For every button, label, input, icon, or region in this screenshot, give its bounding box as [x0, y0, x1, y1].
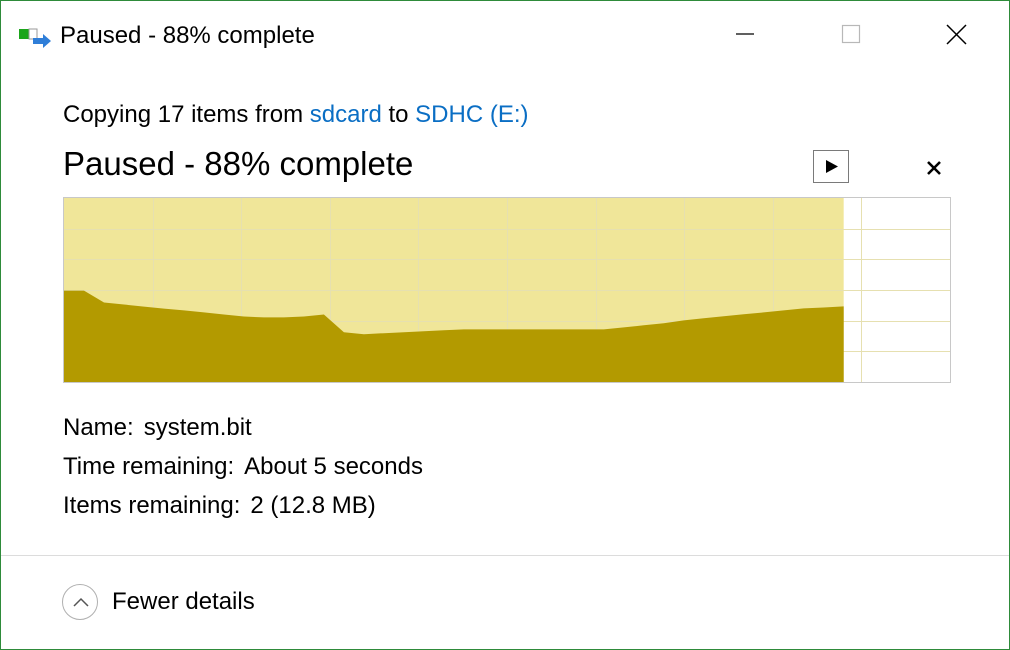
destination-drive-link[interactable]: SDHC (E:) [415, 101, 528, 128]
play-icon [826, 160, 838, 173]
items-remaining-row: Items remaining: 2 (12.8 MB) [63, 488, 423, 527]
time-remaining-label: Time remaining: [63, 453, 235, 480]
fewer-details-label: Fewer details [112, 588, 255, 615]
time-remaining-row: Time remaining: About 5 seconds [63, 449, 423, 488]
copy-summary-middle: to [381, 101, 416, 128]
maximize-button[interactable] [828, 13, 874, 55]
title-bar: Paused - 88% complete [1, 1, 1009, 71]
copy-dialog-window: Paused - 88% complete Copying 17 items f… [0, 0, 1010, 650]
file-copy-icon [19, 27, 53, 51]
resume-button[interactable] [813, 150, 849, 183]
speed-graph-canvas [64, 198, 950, 382]
window-title: Paused - 88% complete [60, 22, 315, 49]
close-icon [927, 161, 941, 175]
time-remaining-value: About 5 seconds [244, 453, 423, 480]
copy-summary-prefix: Copying 17 items from [63, 101, 310, 128]
name-value: system.bit [143, 414, 252, 441]
transfer-speed-graph [63, 197, 951, 383]
chevron-up-icon [62, 584, 98, 620]
details-panel: Name: system.bit Time remaining: About 5 s… [63, 410, 423, 527]
name-label: Name: [63, 414, 134, 441]
name-row: Name: system.bit [63, 410, 423, 449]
items-remaining-label: Items remaining: [63, 492, 241, 519]
source-folder-link[interactable]: sdcard [310, 101, 382, 128]
copy-summary: Copying 17 items from sdcard to SDHC (E:… [63, 100, 529, 130]
cancel-button[interactable] [917, 152, 951, 184]
minimize-icon [736, 33, 754, 35]
progress-status: Paused - 88% complete [63, 145, 414, 182]
maximize-icon [841, 24, 861, 44]
footer: Fewer details [1, 556, 1009, 649]
minimize-button[interactable] [722, 13, 768, 55]
items-remaining-value: 2 (12.8 MB) [250, 492, 376, 519]
close-window-button[interactable] [933, 13, 979, 55]
close-icon [946, 24, 967, 45]
